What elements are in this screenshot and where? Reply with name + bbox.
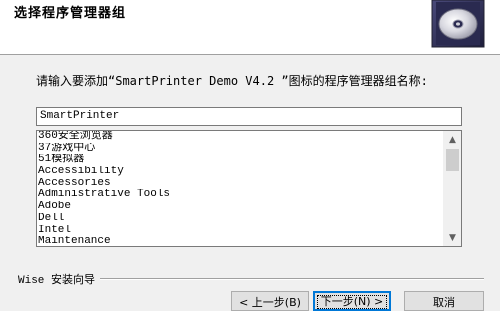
cancel-button[interactable]: 取消 (404, 291, 484, 311)
list-item[interactable]: Accessibility (38, 166, 446, 178)
next-button[interactable]: 下一步(N) > (313, 291, 391, 311)
listbox-scrollbar[interactable]: ▲ ▼ (443, 131, 461, 246)
group-name-input[interactable]: SmartPrinter (36, 107, 462, 126)
list-item[interactable]: Maintenance (38, 236, 446, 246)
header-banner: 选择程序管理器组 (0, 0, 500, 55)
program-group-listbox[interactable]: 360安全浏览器 37游戏中心 51模拟器 Accessibility Accessor… (36, 130, 462, 247)
next-button-label: 下一步(N) > (316, 295, 388, 309)
wizard-group-label: Wise 安装向导 (18, 271, 100, 287)
list-item[interactable]: 37游戏中心 (38, 143, 446, 155)
scroll-up-arrow-icon[interactable]: ▲ (444, 131, 461, 148)
scroll-thumb[interactable] (446, 149, 459, 171)
list-item[interactable]: 360安全浏览器 (38, 131, 446, 143)
list-item[interactable]: Accessories (38, 178, 446, 190)
back-button[interactable]: < 上一步(B) (231, 291, 309, 311)
list-item[interactable]: 51模拟器 (38, 154, 446, 166)
list-item[interactable]: Intel (38, 225, 446, 237)
group-name-prompt: 请输入要添加“SmartPrinter Demo V4.2 ”图标的程序管理器组… (36, 74, 428, 88)
page-title: 选择程序管理器组 (14, 6, 127, 21)
list-item[interactable]: Dell (38, 213, 446, 225)
program-group-list: 360安全浏览器 37游戏中心 51模拟器 Accessibility Accessor… (37, 131, 446, 246)
footer-divider (100, 278, 484, 280)
cd-disc-icon (429, 0, 487, 48)
list-item[interactable]: Administrative Tools (38, 189, 446, 201)
list-item[interactable]: Adobe (38, 201, 446, 213)
scroll-down-arrow-icon[interactable]: ▼ (444, 229, 461, 246)
